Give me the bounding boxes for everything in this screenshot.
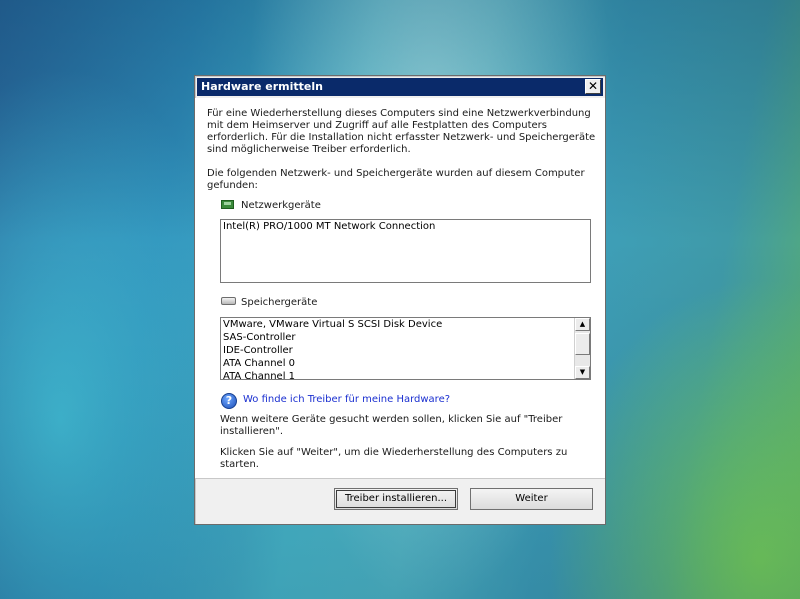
list-item[interactable]: ATA Channel 0 xyxy=(221,357,590,370)
intro-text: Für eine Wiederherstellung dieses Comput… xyxy=(207,108,596,155)
storage-list-scrollbar[interactable]: ▲ ▼ xyxy=(574,318,590,379)
list-item[interactable]: VMware, VMware Virtual S SCSI Disk Devic… xyxy=(221,318,590,331)
install-drivers-button[interactable]: Treiber installieren... xyxy=(334,488,458,510)
dialog-titlebar[interactable]: Hardware ermitteln ✕ xyxy=(197,78,603,96)
next-button[interactable]: Weiter xyxy=(470,488,593,510)
list-item[interactable]: ATA Channel 1 xyxy=(221,370,590,379)
close-button[interactable]: ✕ xyxy=(585,79,601,94)
scroll-up-arrow-icon[interactable]: ▲ xyxy=(575,318,590,331)
list-item[interactable]: SAS-Controller xyxy=(221,331,590,344)
list-item[interactable]: Intel(R) PRO/1000 MT Network Connection xyxy=(221,220,590,233)
hard-drive-icon xyxy=(221,297,236,305)
list-item[interactable]: IDE-Controller xyxy=(221,344,590,357)
network-devices-label: Netzwerkgeräte xyxy=(241,200,321,211)
scrollbar-thumb[interactable] xyxy=(575,333,590,355)
dialog-content: Für eine Wiederherstellung dieses Comput… xyxy=(195,98,605,478)
continue-text: Klicken Sie auf "Weiter", um die Wiederh… xyxy=(220,447,568,470)
dialog-title: Hardware ermitteln xyxy=(201,80,323,93)
close-icon: ✕ xyxy=(587,79,599,93)
hardware-dialog: Hardware ermitteln ✕ Für eine Wiederhers… xyxy=(194,75,606,525)
driver-help-link[interactable]: Wo finde ich Treiber für meine Hardware? xyxy=(243,394,450,405)
network-devices-list[interactable]: Intel(R) PRO/1000 MT Network Connection xyxy=(220,219,591,283)
storage-devices-label: Speichergeräte xyxy=(241,297,318,308)
scroll-down-arrow-icon[interactable]: ▼ xyxy=(575,366,590,379)
network-card-icon xyxy=(221,200,234,209)
footer-divider xyxy=(195,478,605,479)
storage-devices-list[interactable]: VMware, VMware Virtual S SCSI Disk Devic… xyxy=(220,317,591,380)
more-devices-text: Wenn weitere Geräte gesucht werden solle… xyxy=(220,414,563,437)
found-devices-text: Die folgenden Netzwerk- und Speichergerä… xyxy=(207,168,585,191)
help-icon: ? xyxy=(221,393,237,409)
